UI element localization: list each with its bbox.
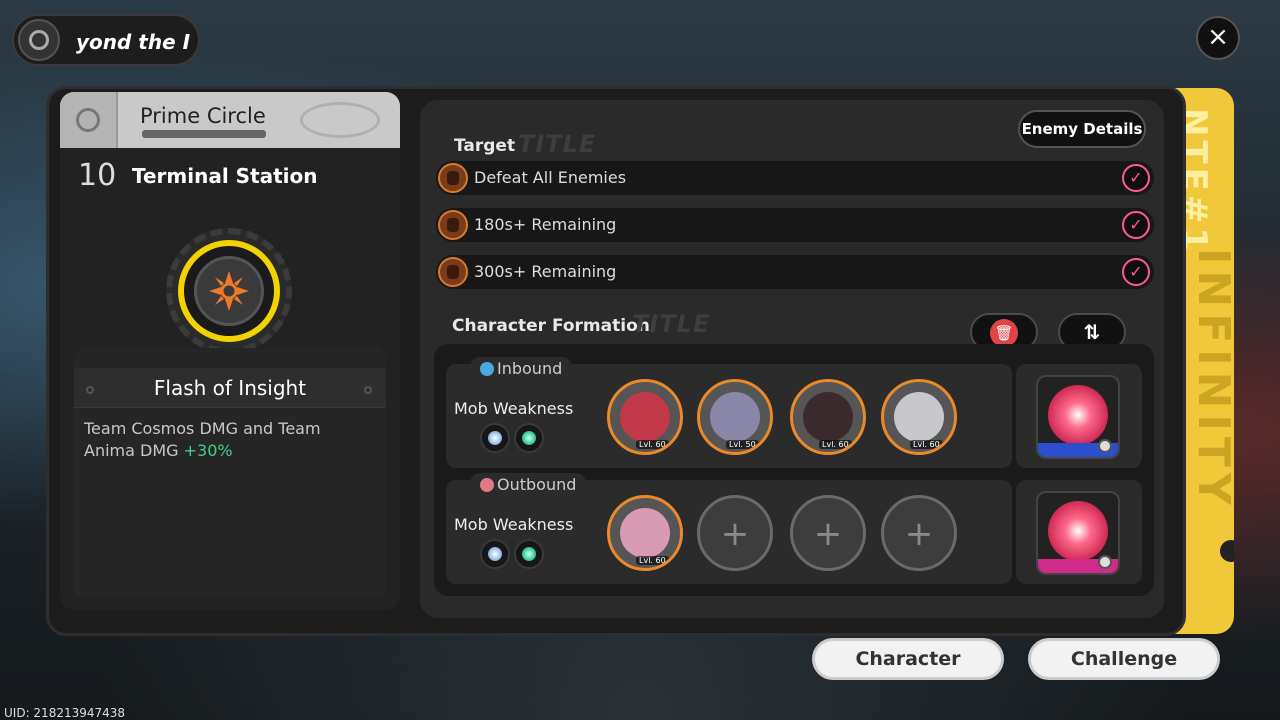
inbound-icon [480,362,494,376]
character-level: Lvl. 60 [636,440,669,449]
character-portrait [620,392,670,442]
objective-text: 300s+ Remaining [474,262,617,281]
team-name: Outbound [497,475,577,494]
stage-header: Prime Circle [60,92,400,148]
character-level: Lvl. 50 [726,440,759,449]
prime-circle-icon [60,92,118,148]
mob-weakness-label: Mob Weakness [454,515,574,534]
target-section-label: Target [454,136,516,156]
plus-icon: + [720,514,750,554]
team-tag-inbound: Inbound [470,357,573,381]
character-level: Lvl. 60 [819,440,852,449]
empty-character-slot[interactable]: + [881,495,957,571]
plus-icon: + [813,514,843,554]
objective-badge-icon [438,163,468,193]
stage-number: 10 [78,158,117,193]
objective-row: 300s+ Remaining ✓ [436,255,1154,289]
close-button[interactable]: × [1196,16,1240,60]
character-portrait [710,392,760,442]
objective-text: 180s+ Remaining [474,215,617,234]
anima-icon [514,539,544,569]
mob-weakness-label: Mob Weakness [454,399,574,418]
buff-panel: Flash of Insight Team Cosmos DMG and Tea… [74,348,386,596]
team-name: Inbound [497,359,563,378]
objective-text: Defeat All Enemies [474,168,627,187]
buff-title: Flash of Insight [153,376,307,400]
character-slot[interactable]: Lvl. 50 [697,379,773,455]
trash-icon: 🗑 [990,319,1018,347]
team-tag-outbound: Outbound [470,473,587,497]
empty-character-slot[interactable]: + [697,495,773,571]
empty-character-slot[interactable]: + [790,495,866,571]
stage-name: Terminal Station [132,164,318,188]
buff-description: Team Cosmos DMG and Team Anima DMG +30% [84,418,374,462]
plus-icon: + [904,514,934,554]
cosmos-icon [480,539,510,569]
decor-dot-right [364,386,372,394]
challenge-button[interactable]: Challenge [1028,638,1220,680]
decor-dot-left [86,386,94,394]
outbound-icon [480,478,494,492]
swap-arrows-icon: ⇅ [1083,320,1101,344]
buff-bonus-value: +30% [183,441,233,460]
stage-category: Prime Circle [140,104,266,128]
ticket-watermark-icon: INFINITY [1188,248,1234,511]
character-portrait [620,508,670,558]
stage-category-subtext [142,130,266,138]
target-section-deco: TITLE [518,130,597,158]
stage-info-card: Prime Circle 10 Terminal Station Flash o… [60,92,400,610]
checkmark-icon: ✓ [1122,211,1150,239]
target-reticle-icon [1048,385,1108,445]
character-portrait [803,392,853,442]
support-mini-icon [1098,555,1112,569]
checkmark-icon: ✓ [1122,258,1150,286]
character-slot[interactable]: Lvl. 60 [607,495,683,571]
formation-section-label: Character Formation [452,316,650,336]
shield-emblem-icon [1048,501,1108,561]
formation-section-deco: TITLE [632,310,711,338]
uid-label: UID: 218213947438 [4,706,126,720]
character-slot[interactable]: Lvl. 60 [790,379,866,455]
objective-row: Defeat All Enemies ✓ [436,161,1154,195]
stage-title-pill[interactable]: yond the I [12,14,200,66]
enemy-details-button[interactable]: Enemy Details [1018,110,1146,148]
insight-sun-icon [194,256,264,326]
character-button[interactable]: Character [812,638,1004,680]
objective-row: 180s+ Remaining ✓ [436,208,1154,242]
outbound-support-card[interactable] [1036,491,1120,575]
faction-logo-icon [18,19,60,61]
support-mini-icon [1098,439,1112,453]
character-slot[interactable]: Lvl. 60 [607,379,683,455]
inbound-support-card[interactable] [1036,375,1120,459]
medal-ring [178,240,280,342]
checkmark-icon: ✓ [1122,164,1150,192]
decorative-emblem-icon [300,102,380,138]
cosmos-icon [480,423,510,453]
anima-icon [514,423,544,453]
character-level: Lvl. 60 [636,556,669,565]
ticket-notch [1220,540,1234,562]
objective-badge-icon [438,210,468,240]
character-portrait [894,392,944,442]
character-slot[interactable]: Lvl. 60 [881,379,957,455]
character-level: Lvl. 60 [910,440,943,449]
buff-medal [166,228,292,354]
stage-title-text: yond the I [76,30,191,54]
objective-badge-icon [438,257,468,287]
